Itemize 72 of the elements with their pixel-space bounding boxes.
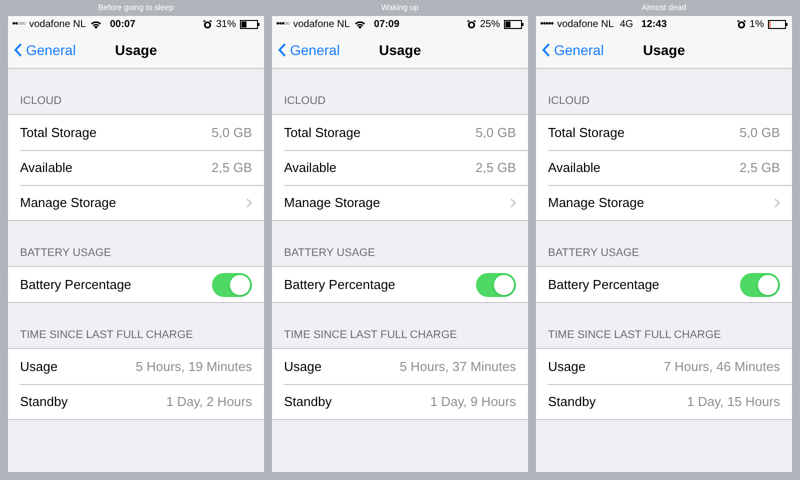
status-time: 07:09 <box>374 18 400 32</box>
caption: Waking up <box>380 2 420 14</box>
battery-percent: 31% <box>216 18 236 32</box>
section-header: BATTERY USAGE <box>284 246 376 260</box>
back-button[interactable]: General <box>542 40 604 60</box>
section-header: BATTERY USAGE <box>20 246 112 260</box>
section-header: TIME SINCE LAST FULL CHARGE <box>284 328 457 342</box>
row-label: Manage Storage <box>548 194 646 212</box>
row-label: Standby <box>20 393 69 412</box>
toggle-switch[interactable] <box>476 272 516 296</box>
row-value: 5 Hours, 19 Minutes <box>136 358 252 376</box>
row-label: Standby <box>284 393 333 412</box>
row-label: Available <box>284 159 338 178</box>
section-header: ICLOUD <box>284 94 326 108</box>
row-value: 5,0 GB <box>212 124 252 142</box>
battery-percent: 1% <box>750 18 764 32</box>
carrier-name: vodafone NL <box>557 18 614 32</box>
battery-percent: 25% <box>480 18 500 32</box>
row-label: Manage Storage <box>20 194 118 212</box>
row-value: 5 Hours, 37 Minutes <box>400 358 516 376</box>
row-value: 5,0 GB <box>740 124 780 142</box>
chevron-icon[interactable] <box>774 198 780 208</box>
carrier-name: vodafone NL <box>293 18 350 32</box>
row-label: Usage <box>548 358 587 376</box>
row-label: Total Storage <box>284 124 362 142</box>
row-label: Battery Percentage <box>284 276 396 294</box>
row-label: Battery Percentage <box>20 276 132 294</box>
back-chevron-icon <box>542 43 550 57</box>
toggle-switch[interactable] <box>212 272 252 296</box>
row-label: Standby <box>548 393 597 412</box>
back-chevron-icon <box>278 43 286 57</box>
row-value: 7 Hours, 46 Minutes <box>664 358 780 376</box>
section-header: ICLOUD <box>20 94 62 108</box>
network-type: 4G <box>620 18 634 32</box>
caption: Almost dead <box>640 2 688 14</box>
row-label: Available <box>20 159 74 178</box>
back-chevron-icon <box>14 43 22 57</box>
section-header: BATTERY USAGE <box>548 246 640 260</box>
alarm-clock-icon <box>202 20 212 28</box>
nav-title: Usage <box>642 40 686 60</box>
row-label: Battery Percentage <box>548 276 660 294</box>
carrier-name: vodafone NL <box>29 18 86 32</box>
row-value: 1 Day, 2 Hours <box>166 393 252 412</box>
row-label: Available <box>548 159 602 178</box>
row-value: 2,5 GB <box>476 159 516 178</box>
alarm-clock-icon <box>466 20 476 28</box>
chevron-icon[interactable] <box>510 198 516 208</box>
wifi-icon <box>354 20 366 28</box>
row-value: 2,5 GB <box>212 159 252 178</box>
row-label: Usage <box>284 358 323 376</box>
alarm-clock-icon <box>736 20 746 28</box>
row-value: 2,5 GB <box>740 159 780 178</box>
row-value: 1 Day, 15 Hours <box>687 393 780 412</box>
status-time: 12:43 <box>641 18 667 32</box>
chevron-icon[interactable] <box>246 198 252 208</box>
row-label: Total Storage <box>20 124 98 142</box>
status-time: 00:07 <box>110 18 136 32</box>
back-button[interactable]: General <box>278 40 340 60</box>
caption: Before going to sleep <box>97 2 175 14</box>
row-label: Total Storage <box>548 124 626 142</box>
section-header: TIME SINCE LAST FULL CHARGE <box>20 328 193 342</box>
toggle-switch[interactable] <box>740 272 780 296</box>
nav-title: Usage <box>114 40 158 60</box>
row-value: 5,0 GB <box>476 124 516 142</box>
row-label: Usage <box>20 358 59 376</box>
row-label: Manage Storage <box>284 194 382 212</box>
section-header: TIME SINCE LAST FULL CHARGE <box>548 328 721 342</box>
wifi-icon <box>90 20 102 28</box>
section-header: ICLOUD <box>548 94 590 108</box>
row-value: 1 Day, 9 Hours <box>430 393 516 412</box>
nav-title: Usage <box>378 40 422 60</box>
back-button[interactable]: General <box>14 40 76 60</box>
